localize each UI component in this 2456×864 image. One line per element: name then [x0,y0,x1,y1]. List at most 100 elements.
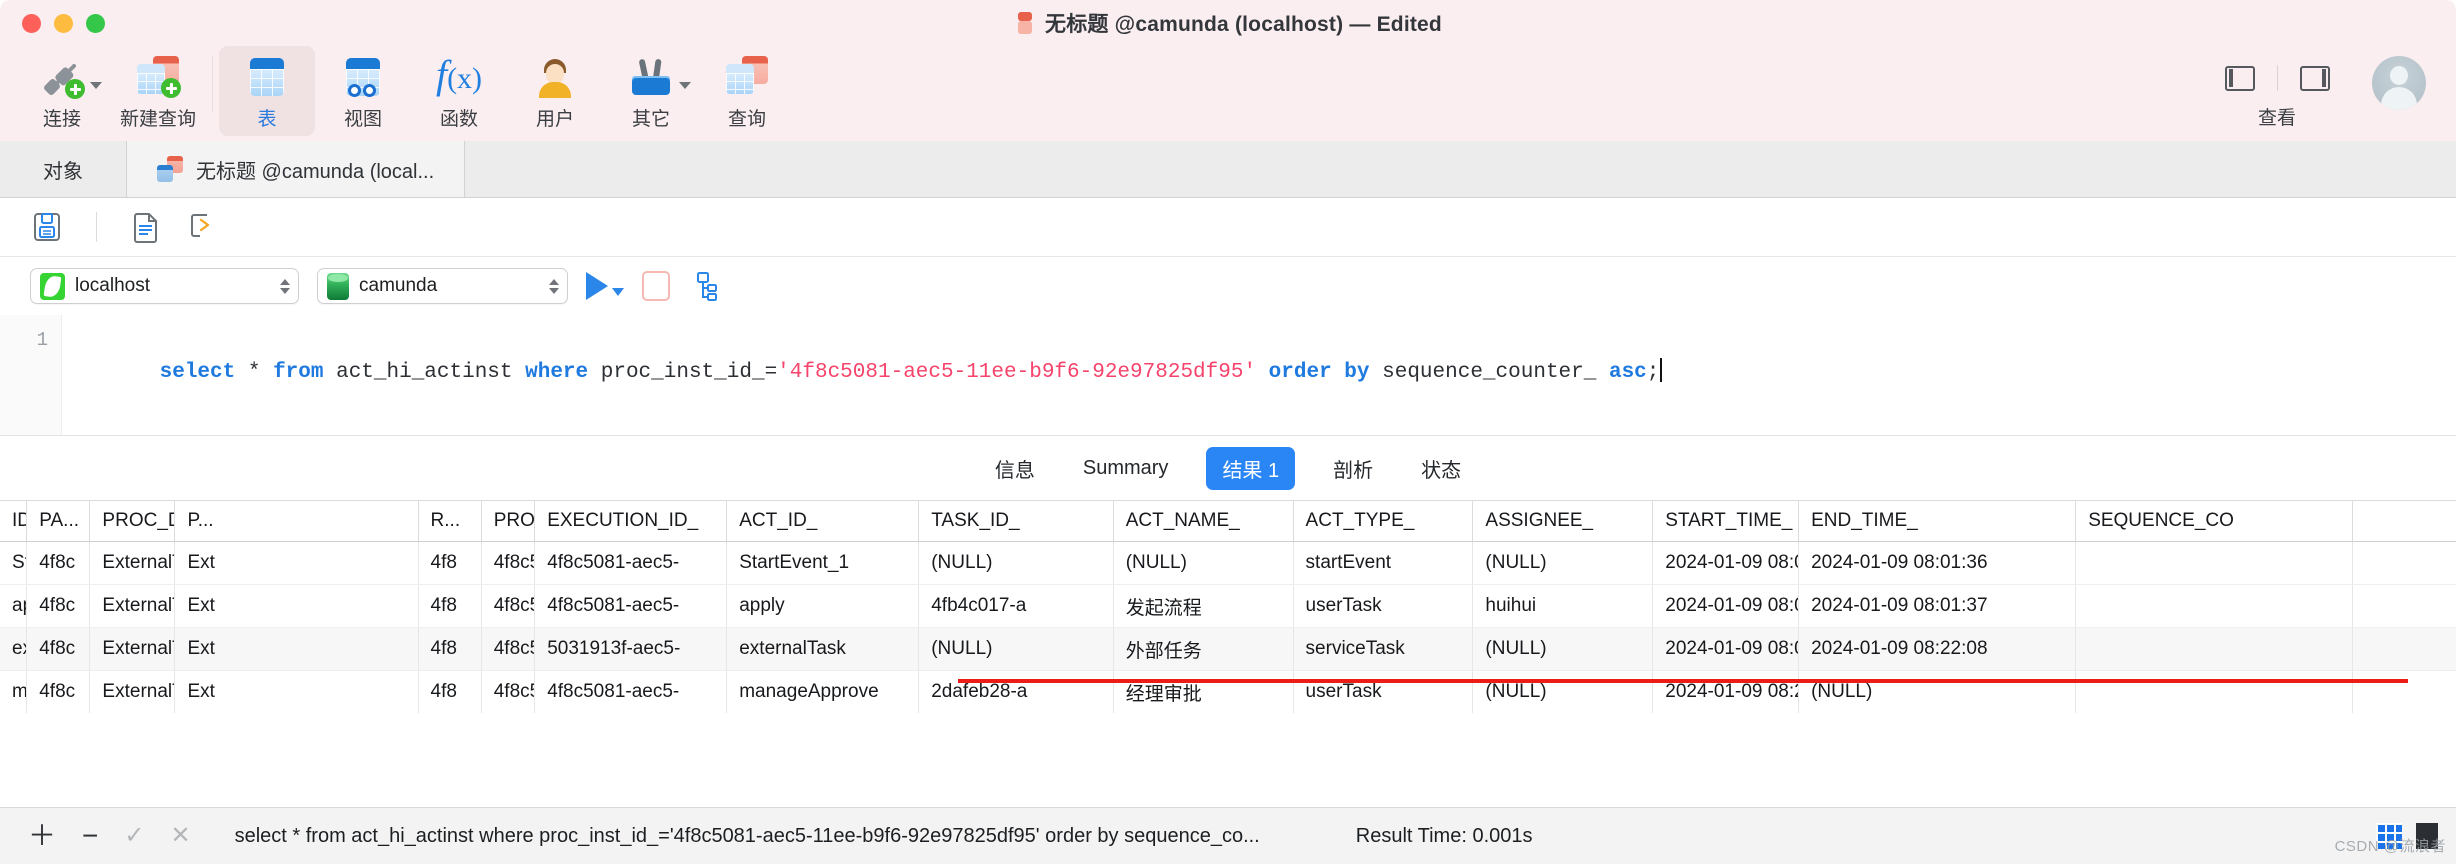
table-cell[interactable]: 4f8 [418,670,482,713]
table-cell[interactable]: userTask [1293,670,1474,713]
result-tab-result[interactable]: 结果 1 [1206,446,1296,490]
database-select[interactable]: camunda [317,268,568,304]
table-column-header[interactable]: P... [174,501,419,542]
check-icon[interactable]: ✓ [124,824,144,848]
table-cell[interactable]: startEvent [1293,541,1474,585]
table-column-header[interactable]: END_TIME_ [1798,501,2077,542]
table-cell[interactable] [2075,627,2354,671]
minimize-window-button[interactable] [54,13,73,33]
table-cell[interactable]: 4f8c5081-aec5- [534,670,728,713]
table-cell[interactable]: 发起流程 [1113,584,1294,628]
table-cell[interactable]: 4f8c5081-aec5- [534,541,728,585]
table-row[interactable]: exter4f8cExternalTaskProcessExt4f84f8c50… [0,627,2456,671]
table-cell[interactable]: 4f8c [26,541,91,585]
document-lines-icon[interactable] [129,210,163,244]
table-cell[interactable] [2075,584,2354,628]
sql-code[interactable]: select * from act_hi_actinst where proc_… [62,315,2456,435]
table-cell[interactable]: Ext [174,541,419,585]
table-cell[interactable]: exter [0,627,28,671]
tab-query-editor[interactable]: 无标题 @camunda (local... [127,141,466,197]
table-cell[interactable]: Ext [174,584,419,628]
table-row[interactable]: mana4f8cExternalTaskProcessExt4f84f8c508… [0,670,2456,713]
table-cell[interactable]: 4f8c [26,627,91,671]
table-cell[interactable]: (NULL) [1472,541,1654,585]
toolbar-item-connection[interactable]: 连接 [14,46,110,136]
table-cell[interactable] [2075,541,2354,585]
toolbar-item-functions[interactable]: f(x) 函数 [411,46,507,136]
explain-plan-icon[interactable] [688,271,718,301]
table-cell[interactable]: ExternalTaskProcess [89,670,176,713]
stepper-icon[interactable] [280,278,290,294]
table-cell[interactable]: 4f8 [418,627,482,671]
table-cell[interactable]: 4f8c [26,584,91,628]
result-tab-status[interactable]: 状态 [1411,448,1471,489]
table-cell[interactable]: 2024-01-09 08:22:08 [1652,670,1800,713]
table-cell[interactable]: 4f8c5081-aec5- [481,584,536,628]
table-column-header[interactable]: ACT_NAME_ [1113,501,1294,542]
table-cell[interactable]: 4f8c [26,670,91,713]
minus-icon[interactable]: − [82,822,98,850]
table-column-header[interactable]: PROC_INST_ID_ [481,501,536,542]
table-cell[interactable]: 2024-01-09 08:01:37 [1652,627,1800,671]
table-cell[interactable]: 4f8 [418,541,482,585]
table-column-header[interactable]: ACT_TYPE_ [1293,501,1474,542]
document-arrow-icon[interactable] [185,210,219,244]
table-cell[interactable]: serviceTask [1293,627,1474,671]
table-column-header[interactable]: PROC_DEF_KEY_ [89,501,176,542]
table-cell[interactable]: 外部任务 [1113,627,1294,671]
toolbar-item-others[interactable]: 其它 [603,46,699,136]
table-column-header[interactable]: ACT_ID_ [726,501,920,542]
table-cell[interactable]: externalTask [726,627,920,671]
chevron-down-icon[interactable] [679,82,691,89]
table-column-header[interactable]: ASSIGNEE_ [1472,501,1654,542]
table-cell[interactable]: 经理审批 [1113,670,1294,713]
table-cell[interactable]: 4f8c5081-aec5- [534,584,728,628]
table-cell[interactable]: ExternalTaskProcess [89,541,176,585]
table-column-header[interactable]: R... [418,501,482,542]
close-icon[interactable]: ✕ [170,824,190,848]
table-column-header[interactable]: START_TIME_ [1652,501,1800,542]
table-column-header[interactable]: TASK_ID_ [918,501,1114,542]
result-grid[interactable]: ID_PA...PROC_DEF_KEY_P...R...PROC_INST_I… [0,500,2456,713]
table-cell[interactable]: (NULL) [1113,541,1294,585]
table-cell[interactable]: 5031913f-aec5- [534,627,728,671]
stepper-icon[interactable] [549,278,559,294]
table-column-header[interactable]: PA... [26,501,91,542]
table-cell[interactable]: 2024-01-09 08:22:08 [1798,627,2077,671]
table-cell[interactable]: 4fb4c017-a [918,584,1114,628]
tab-objects[interactable]: 对象 [0,141,127,197]
maximize-window-button[interactable] [86,13,105,33]
run-query-icon[interactable] [586,272,624,300]
table-row[interactable]: apply4f8cExternalTaskProcessExt4f84f8c50… [0,584,2456,628]
toolbar-item-query[interactable]: 查询 [699,46,795,136]
toolbar-item-views[interactable]: 视图 [315,46,411,136]
chevron-down-icon[interactable] [90,82,102,89]
table-row[interactable]: Start4f8cExternalTaskProcessExt4f84f8c50… [0,541,2456,585]
table-cell[interactable]: (NULL) [1472,670,1654,713]
sidebar-left-icon[interactable] [2224,65,2255,91]
toolbar-item-users[interactable]: 用户 [507,46,603,136]
table-cell[interactable]: apply [0,584,28,628]
table-column-header[interactable]: ID_ [0,501,28,542]
table-cell[interactable]: huihui [1472,584,1654,628]
table-cell[interactable]: Ext [174,670,419,713]
avatar[interactable] [2372,56,2426,110]
table-cell[interactable]: 2024-01-09 08:01:36 [1798,541,2077,585]
table-column-header[interactable]: EXECUTION_ID_ [534,501,728,542]
table-cell[interactable]: (NULL) [1798,670,2077,713]
table-cell[interactable]: apply [726,584,920,628]
sql-editor[interactable]: 1 select * from act_hi_actinst where pro… [0,315,2456,436]
table-cell[interactable]: 2024-01-09 08:01:36 [1652,541,1800,585]
table-column-header[interactable]: SEQUENCE_CO [2075,501,2354,542]
table-cell[interactable]: 4f8 [418,584,482,628]
table-cell[interactable]: 4f8c5081-aec5- [481,670,536,713]
close-window-button[interactable] [22,13,41,33]
table-cell[interactable]: ExternalTaskProcess [89,627,176,671]
table-cell[interactable]: (NULL) [918,627,1114,671]
table-cell[interactable] [2075,670,2354,713]
table-cell[interactable]: Ext [174,627,419,671]
result-tab-summary[interactable]: Summary [1073,451,1179,486]
table-cell[interactable]: ExternalTaskProcess [89,584,176,628]
plus-icon[interactable]: ＋ [28,822,56,850]
table-cell[interactable]: (NULL) [1472,627,1654,671]
